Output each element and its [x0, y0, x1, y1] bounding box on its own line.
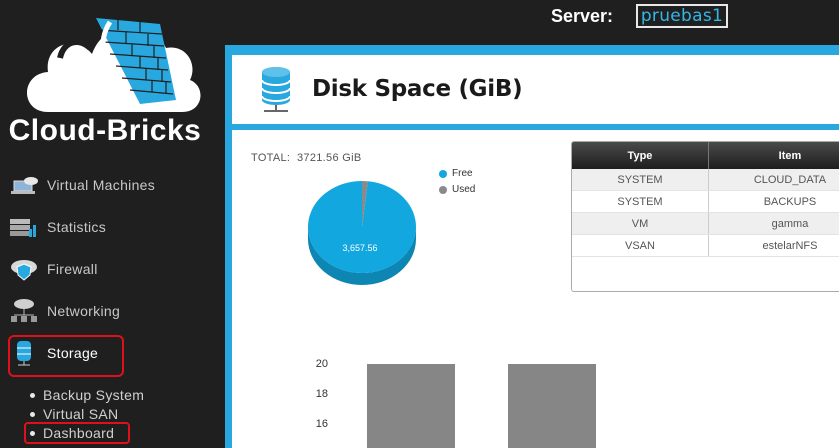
bullet-icon — [30, 392, 35, 398]
pie-data-label: 3,657.56 — [342, 243, 377, 253]
cell-item: gamma — [708, 212, 839, 235]
pie-chart: 3,657.56 — [308, 181, 416, 285]
cloud-shield-icon — [8, 255, 40, 283]
server-chart-icon — [8, 213, 40, 241]
server-label: Server: — [551, 6, 614, 26]
sidebar-item-label: Firewall — [47, 261, 98, 277]
sidebar-item-label: Virtual Machines — [47, 177, 156, 193]
table-row[interactable]: SYSTEM BACKUPS — [572, 190, 839, 213]
cell-type: VSAN — [572, 234, 709, 257]
cell-type: SYSTEM — [572, 190, 709, 213]
laptop-cloud-icon — [8, 171, 40, 199]
sidebar-item-statistics[interactable]: Statistics — [8, 208, 208, 246]
y-tick-label: 20 — [315, 358, 328, 370]
legend-item-free[interactable]: Free — [439, 168, 473, 179]
bullet-icon — [30, 411, 35, 417]
dashboard-highlight — [24, 422, 130, 444]
subitem-label: Virtual SAN — [43, 406, 119, 422]
storage-table: Type Item SYSTEM CLOUD_DATA SYSTEM BACKUPS… — [571, 141, 839, 292]
cell-type: SYSTEM — [572, 169, 709, 191]
table-row[interactable]: VSAN estelarNFS — [572, 234, 839, 257]
total-label: TOTAL: — [251, 152, 291, 164]
sidebar-item-firewall[interactable]: Firewall — [8, 250, 208, 288]
column-header-item[interactable]: Item — [708, 142, 839, 169]
database-icon — [261, 67, 291, 112]
bar[interactable] — [508, 364, 596, 448]
storage-highlight — [8, 335, 124, 377]
legend-swatch — [439, 169, 447, 178]
column-header-type[interactable]: Type — [572, 142, 709, 169]
sidebar-subitem-backup-system[interactable]: Backup System — [30, 387, 144, 403]
subitem-label: Backup System — [43, 387, 145, 403]
y-tick-label: 16 — [315, 418, 328, 430]
cell-item: estelarNFS — [708, 234, 839, 257]
sidebar: Cloud-Bricks Virtual Machines Statistics… — [0, 0, 225, 448]
sidebar-item-label: Statistics — [47, 219, 107, 235]
brand-name: Cloud-Bricks — [8, 114, 202, 147]
y-tick-label: 18 — [315, 388, 328, 400]
sidebar-item-label: Networking — [47, 303, 121, 319]
table-row[interactable]: VM gamma — [572, 212, 839, 235]
legend-label: Used — [452, 184, 476, 195]
cell-type: VM — [572, 212, 709, 235]
cell-item: CLOUD_DATA — [708, 169, 839, 191]
server-name-box[interactable]: pruebas1 — [636, 4, 728, 28]
total-value: 3721.56 GiB — [297, 152, 362, 164]
sidebar-item-virtual-machines[interactable]: Virtual Machines — [8, 166, 208, 204]
legend-item-used[interactable]: Used — [439, 184, 475, 195]
sidebar-item-networking[interactable]: Networking — [8, 292, 208, 330]
cell-item: BACKUPS — [708, 190, 839, 213]
sidebar-subitem-virtual-san[interactable]: Virtual SAN — [30, 406, 118, 422]
legend-label: Free — [452, 168, 473, 179]
bar[interactable] — [367, 364, 455, 448]
table-row[interactable]: SYSTEM CLOUD_DATA — [572, 169, 839, 191]
legend-swatch — [439, 185, 447, 194]
network-icon — [8, 297, 40, 325]
panel-title: Disk Space (GiB) — [312, 76, 523, 102]
total-text: TOTAL: 3721.56 GiB — [251, 152, 361, 164]
